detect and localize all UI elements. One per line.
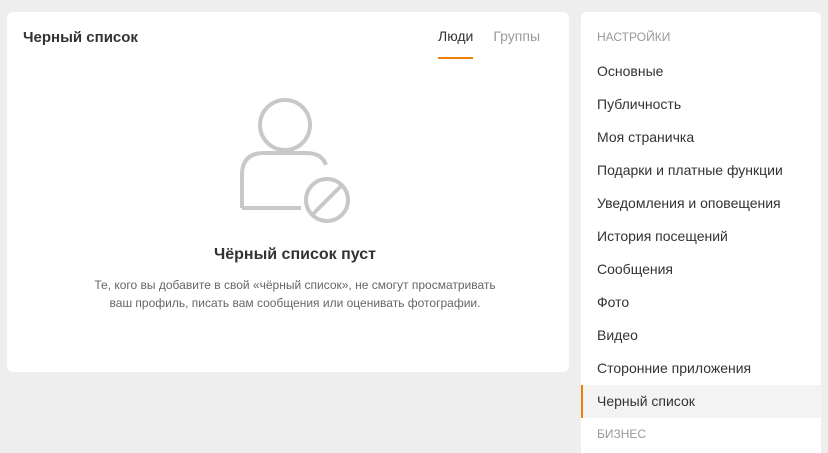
sidebar-item-photo[interactable]: Фото bbox=[581, 286, 821, 319]
sidebar-item-blacklist[interactable]: Черный список bbox=[581, 385, 821, 418]
blocked-user-icon bbox=[240, 98, 350, 223]
empty-state-title: Чёрный список пуст bbox=[214, 246, 376, 263]
page-title: Черный список bbox=[23, 29, 138, 46]
settings-sidebar: Настройки Основные Публичность Моя стран… bbox=[581, 12, 821, 453]
sidebar-item-gifts[interactable]: Подарки и платные функции bbox=[581, 154, 821, 187]
tab-bar: Люди Группы bbox=[438, 28, 560, 59]
sidebar-section-title: Настройки bbox=[597, 30, 671, 44]
sidebar-item-visit-history[interactable]: История посещений bbox=[581, 220, 821, 253]
empty-state-text-line: ваш профиль, писать вам сообщения или оц… bbox=[109, 296, 481, 310]
sidebar-item-video[interactable]: Видео bbox=[581, 319, 821, 352]
tab-people[interactable]: Люди bbox=[438, 28, 474, 59]
empty-state-text-line: Те, кого вы добавите в свой «чёрный спис… bbox=[94, 278, 496, 292]
sidebar-item-basic[interactable]: Основные bbox=[581, 55, 821, 88]
sidebar-item-my-page[interactable]: Моя страничка bbox=[581, 121, 821, 154]
sidebar-item-third-party-apps[interactable]: Сторонние приложения bbox=[581, 352, 821, 385]
tab-groups[interactable]: Группы bbox=[493, 28, 540, 59]
blacklist-panel: Черный список Люди Группы Чёрный список … bbox=[7, 12, 569, 372]
sidebar-section-business: Бизнес bbox=[597, 427, 647, 441]
sidebar-item-messages[interactable]: Сообщения bbox=[581, 253, 821, 286]
empty-state-description: Те, кого вы добавите в свой «чёрный спис… bbox=[77, 276, 513, 312]
sidebar-item-notifications[interactable]: Уведомления и оповещения bbox=[581, 187, 821, 220]
settings-menu: Основные Публичность Моя страничка Подар… bbox=[581, 55, 821, 418]
sidebar-item-publicity[interactable]: Публичность bbox=[581, 88, 821, 121]
